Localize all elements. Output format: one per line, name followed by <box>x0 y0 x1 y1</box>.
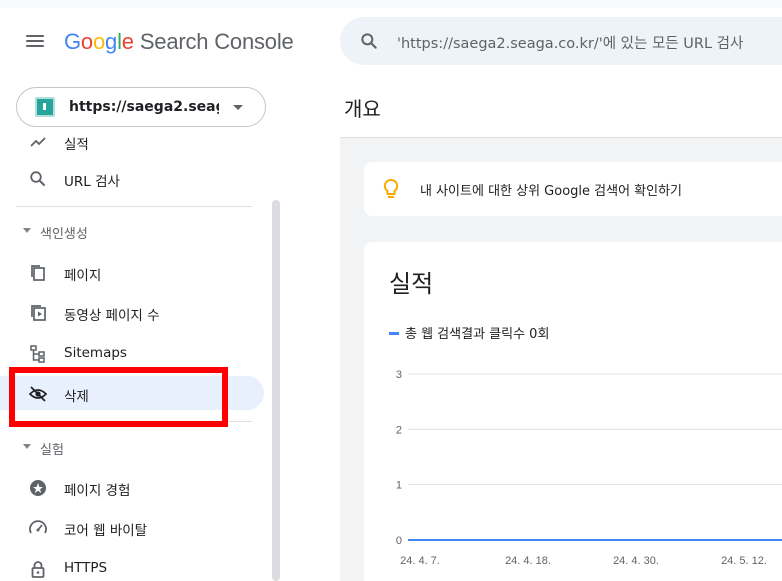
logo-letter: g <box>105 29 118 54</box>
caret-down-icon <box>233 105 243 110</box>
logo-letter: o <box>80 29 93 54</box>
sidebar-item-label: 실적 <box>64 137 89 153</box>
sidebar-item-label: Sitemaps <box>64 345 127 361</box>
performance-card: 실적 총 웹 검색결과 클릭수 0회 0 1 2 3 24. 4. 7. 24. 4. 1… <box>364 242 782 581</box>
sidebar-item-https[interactable]: HTTPS <box>0 551 264 581</box>
google-wordmark: Google <box>64 29 134 54</box>
section-label: 색인생성 <box>40 227 88 242</box>
property-name: https://saega2.seag... <box>69 99 219 115</box>
y-tick-label: 2 <box>396 424 402 436</box>
legend-label: 총 웹 검색결과 클릭수 0회 <box>405 327 550 342</box>
product-name: Search Console <box>139 29 294 54</box>
section-indexing[interactable]: 색인생성 <box>0 220 260 244</box>
sidebar-item-label: 코어 웹 바이탈 <box>64 523 148 539</box>
sidebar-item-label: 페이지 경험 <box>64 483 131 499</box>
sidebar-item-label: HTTPS <box>64 560 108 576</box>
url-inspection-search[interactable]: 'https://saega2.seaga.co.kr/'에 있는 모든 URL… <box>340 17 782 65</box>
top-strip <box>0 0 782 8</box>
performance-title: 실적 <box>389 270 434 298</box>
logo-letter: e <box>121 29 134 54</box>
sitemap-icon <box>30 345 45 363</box>
search-icon <box>30 171 45 186</box>
x-tick-label: 24. 5. 12. <box>721 555 767 567</box>
clicks-line-chart: 0 1 2 3 24. 4. 7. 24. 4. 18. 24. 4. 30. 24. 5. … <box>396 369 782 567</box>
sidebar-item-core-web-vitals[interactable]: 코어 웹 바이탈 <box>0 510 264 544</box>
app-logo[interactable]: Google Search Console <box>64 29 294 55</box>
lock-icon <box>31 561 45 578</box>
sidebar-item-sitemaps[interactable]: Sitemaps <box>0 336 264 370</box>
sidebar-item-label: 페이지 <box>64 268 102 284</box>
x-tick-label: 24. 4. 7. <box>400 555 440 567</box>
property-favicon-icon <box>35 97 55 117</box>
sidebar-divider <box>16 206 252 207</box>
search-icon <box>361 33 377 49</box>
chart-legend[interactable]: 총 웹 검색결과 클릭수 0회 <box>389 323 549 342</box>
lightbulb-icon <box>383 178 399 198</box>
logo-letter: G <box>64 29 81 54</box>
x-tick-label: 24. 4. 18. <box>505 555 551 567</box>
pages-icon <box>31 265 45 281</box>
page-title: 개요 <box>344 97 381 121</box>
sidebar-item-label: 삭제 <box>64 389 89 405</box>
section-label: 실험 <box>40 443 64 458</box>
property-selector[interactable]: https://saega2.seag... <box>16 87 266 127</box>
sidebar-item-page-experience[interactable]: 페이지 경험 <box>0 470 264 504</box>
sidebar-divider <box>16 421 252 422</box>
tip-card[interactable]: 내 사이트에 대한 상위 Google 검색어 확인하기 <box>364 162 782 216</box>
page-experience-icon <box>30 480 46 496</box>
y-tick-label: 3 <box>396 369 402 381</box>
sidebar-item-url-inspection[interactable]: URL 검사 <box>0 161 264 195</box>
sidebar-nav: 실적 URL 검사 색인생성 페이지 동영상 페이지 수 Sitemaps 삭제… <box>0 130 280 581</box>
caret-down-icon <box>23 228 31 233</box>
trending-up-icon <box>30 137 46 147</box>
search-input[interactable]: 'https://saega2.seaga.co.kr/'에 있는 모든 URL… <box>397 32 743 53</box>
menu-icon[interactable] <box>26 34 46 50</box>
video-pages-icon <box>31 305 46 321</box>
sidebar-item-label: URL 검사 <box>64 174 120 190</box>
sidebar-item-pages[interactable]: 페이지 <box>0 255 264 289</box>
y-tick-label: 0 <box>396 535 402 547</box>
x-tick-label: 24. 4. 30. <box>613 555 659 567</box>
sidebar-item-label: 동영상 페이지 수 <box>64 308 160 324</box>
logo-letter: o <box>92 29 106 54</box>
sidebar-item-performance[interactable]: 실적 <box>0 130 264 158</box>
speedometer-icon <box>29 520 47 534</box>
sidebar-item-video-pages[interactable]: 동영상 페이지 수 <box>0 295 264 329</box>
y-tick-label: 1 <box>396 480 402 492</box>
caret-down-icon <box>23 444 31 449</box>
eye-off-icon <box>28 386 48 402</box>
legend-swatch <box>389 332 399 335</box>
sidebar-item-removals[interactable]: 삭제 <box>0 376 264 410</box>
sidebar-scrollbar[interactable] <box>272 200 280 581</box>
section-experience[interactable]: 실험 <box>0 436 260 460</box>
tip-text: 내 사이트에 대한 상위 Google 검색어 확인하기 <box>420 184 682 199</box>
